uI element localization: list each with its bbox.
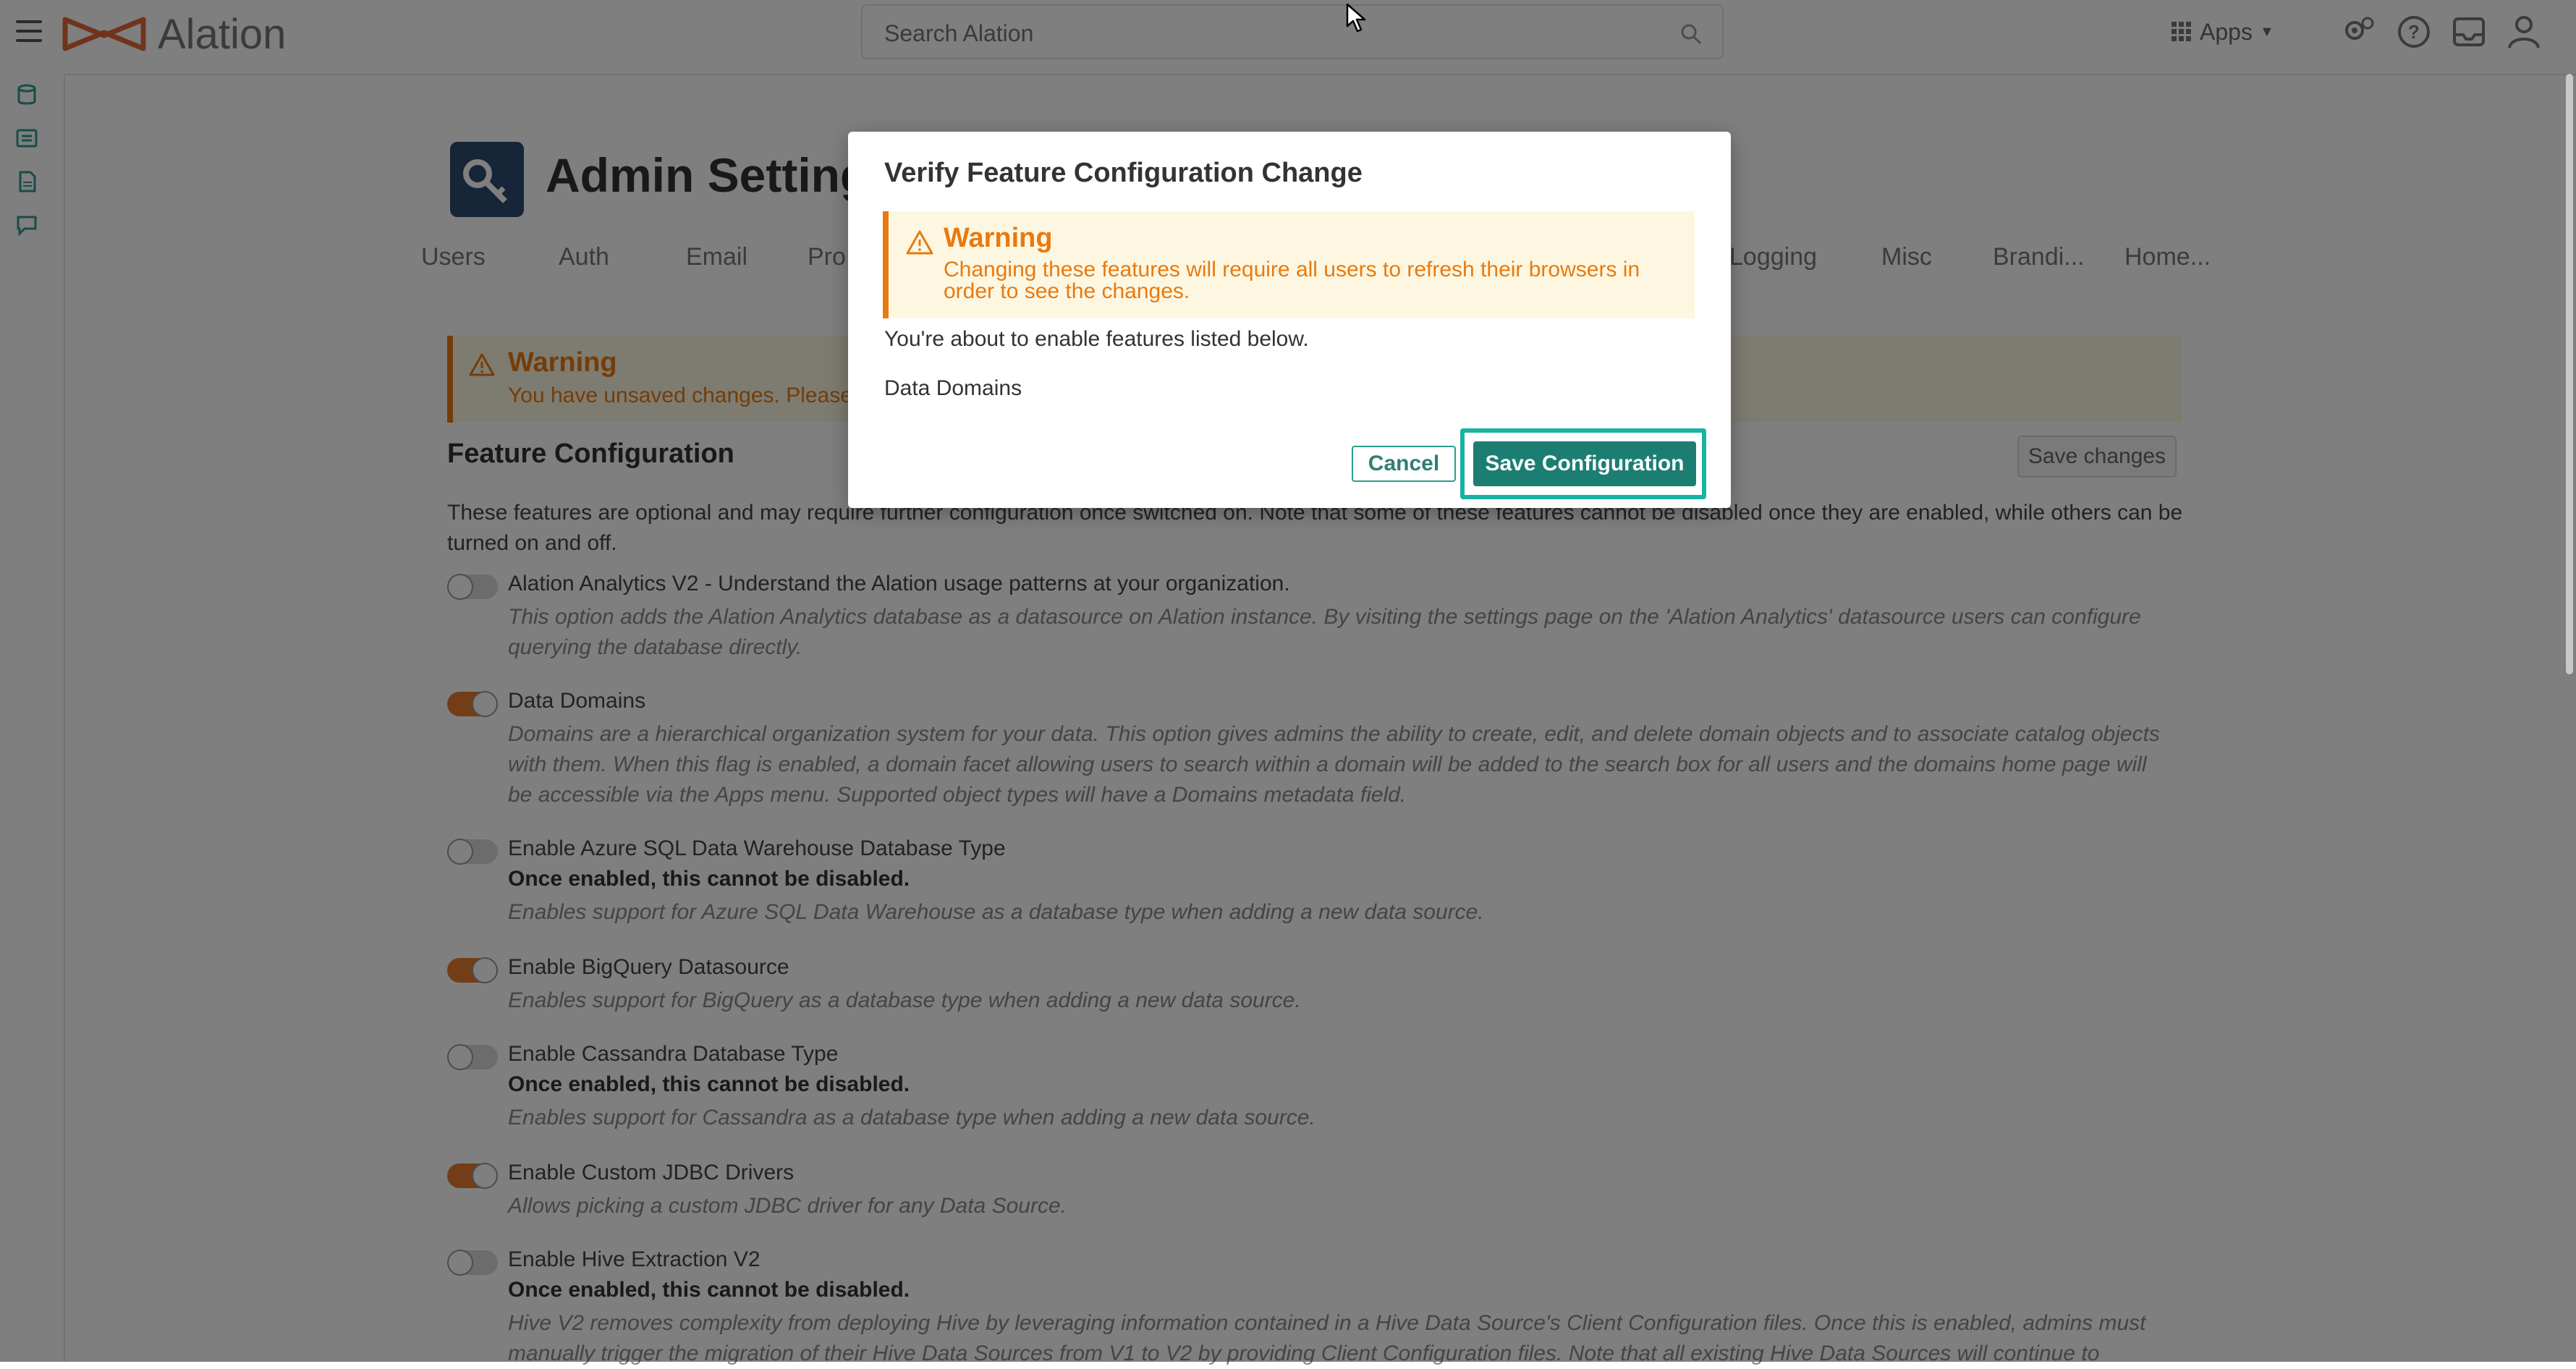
cancel-button[interactable]: Cancel xyxy=(1352,446,1456,482)
dialog-warning-text: Changing these features will require all… xyxy=(944,258,1640,303)
dialog-warning: Warning Changing these features will req… xyxy=(883,211,1695,318)
save-configuration-button[interactable]: Save Configuration xyxy=(1473,441,1696,486)
dialog-warning-title: Warning xyxy=(944,223,1053,253)
mouse-cursor-icon xyxy=(1346,3,1366,33)
app-root: Alation Apps ▼ ? xyxy=(0,0,2576,1365)
warning-icon xyxy=(906,230,933,255)
verify-feature-dialog: Verify Feature Configuration Change Warn… xyxy=(848,132,1731,508)
dialog-message: You're about to enable features listed b… xyxy=(884,327,1309,351)
page-scrollbar[interactable] xyxy=(2566,74,2573,674)
dialog-title: Verify Feature Configuration Change xyxy=(884,158,1363,188)
dialog-feature-item: Data Domains xyxy=(884,376,1022,400)
